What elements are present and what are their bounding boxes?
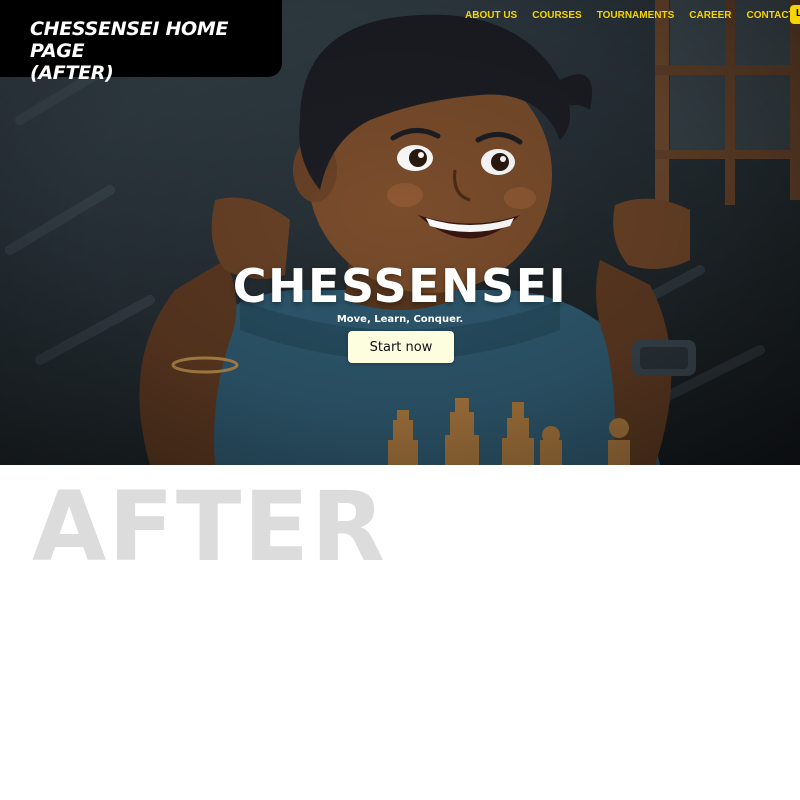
nav-tournaments[interactable]: TOURNAMENTS xyxy=(597,10,675,21)
top-navigation: ABOUT US COURSES TOURNAMENTS CAREER CONT… xyxy=(465,8,800,22)
nav-about-us[interactable]: ABOUT US xyxy=(465,10,517,21)
nav-login-button[interactable]: L xyxy=(790,5,800,24)
nav-courses[interactable]: COURSES xyxy=(532,10,581,21)
hero-section: CHESSENSEI HOME PAGE (AFTER) ABOUT US CO… xyxy=(0,0,800,465)
start-now-button[interactable]: Start now xyxy=(348,331,454,363)
badge-line-1: CHESSENSEI HOME PAGE xyxy=(30,18,229,62)
hero-tagline: Move, Learn, Conquer. xyxy=(336,314,464,325)
badge-line-2: (AFTER) xyxy=(30,62,114,84)
after-label: AFTER xyxy=(32,471,387,583)
nav-career[interactable]: CAREER xyxy=(689,10,731,21)
page-title-badge: CHESSENSEI HOME PAGE (AFTER) xyxy=(0,0,282,84)
hero-title: CHESSENSEI xyxy=(232,259,568,313)
